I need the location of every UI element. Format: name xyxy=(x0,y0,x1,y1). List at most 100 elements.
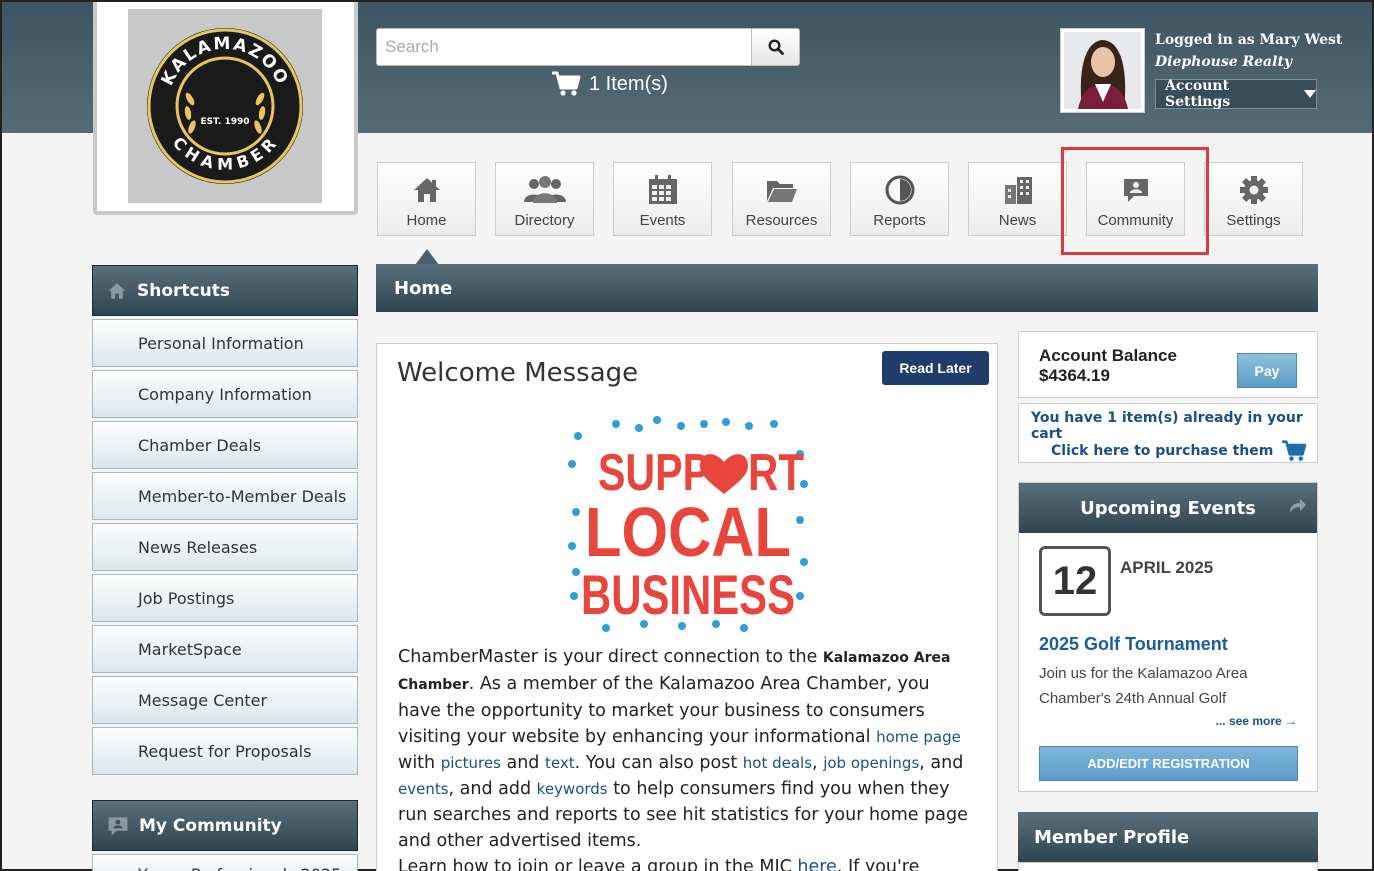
nav-reports[interactable]: Reports xyxy=(850,162,949,236)
folder-icon xyxy=(766,181,797,202)
people-icon xyxy=(523,176,566,203)
here-link[interactable]: here xyxy=(797,857,836,871)
pie-chart-icon xyxy=(885,175,914,205)
event-month: APRIL 2025 xyxy=(1120,558,1214,577)
community-title: My Community xyxy=(139,815,282,836)
chamber-logo[interactable]: KALAMAZOO CHAMBER EST. 1990 xyxy=(93,2,358,215)
keywords-link[interactable]: keywords xyxy=(537,780,608,798)
slb-local: LOCAL xyxy=(585,493,791,571)
see-more-link[interactable]: ... see more → xyxy=(1216,714,1297,728)
active-tab-pointer xyxy=(415,249,439,265)
nav-home[interactable]: Home xyxy=(377,162,476,236)
welcome-body: ChamberMaster is your direct connection … xyxy=(398,644,978,871)
sidebar-item-marketspace[interactable]: MarketSpace xyxy=(92,625,358,673)
caret-down-icon xyxy=(1304,90,1316,98)
account-balance-label: Account Balance xyxy=(1039,346,1177,365)
sidebar: Shortcuts Personal Information Company I… xyxy=(92,265,358,871)
purchase-link[interactable]: Click here to purchase them xyxy=(1051,440,1307,462)
account-balance-value: $4364.19 xyxy=(1039,366,1110,385)
avatar-image xyxy=(1064,32,1141,109)
logo-emblem: KALAMAZOO CHAMBER EST. 1990 xyxy=(147,28,303,184)
user-avatar[interactable] xyxy=(1060,28,1145,113)
buildings-icon xyxy=(1004,177,1032,204)
search-icon xyxy=(767,39,784,55)
event-description: Join us for the Kalamazoo Area Chamber's… xyxy=(1039,665,1248,707)
welcome-title: Welcome Message xyxy=(397,358,639,388)
text-link[interactable]: text xyxy=(545,754,575,772)
upcoming-events-panel: Upcoming Events 12 APRIL 2025 2025 Golf … xyxy=(1018,482,1318,792)
welcome-text-2: . As a member of the Kalamazoo Area Cham… xyxy=(398,674,930,747)
gear-icon xyxy=(1239,176,1268,204)
nav-news-label: News xyxy=(998,212,1037,229)
support-local-business-image: SUPP RT LOCAL BUSINESS xyxy=(564,412,811,636)
account-balance-panel: Account Balance $4364.19 Pay xyxy=(1018,331,1318,398)
share-arrow-icon[interactable] xyxy=(1289,498,1307,514)
nav-home-label: Home xyxy=(406,212,447,229)
calendar-icon xyxy=(648,175,677,204)
chat-person-icon xyxy=(108,816,128,835)
shortcuts-title: Shortcuts xyxy=(137,280,230,301)
purchase-link-label: Click here to purchase them xyxy=(1051,443,1274,459)
sidebar-item-message-center[interactable]: Message Center xyxy=(92,676,358,724)
nav-events[interactable]: Events xyxy=(613,162,712,236)
nav-directory[interactable]: Directory xyxy=(495,162,594,236)
logged-in-label: Logged in as Mary West xyxy=(1155,32,1343,48)
welcome-text-8: , and add xyxy=(448,779,537,799)
community-header: My Community xyxy=(92,800,358,851)
sidebar-item-young-professionals[interactable]: Young Professionals 2025 xyxy=(92,854,358,871)
slb-business: BUSINESS xyxy=(581,563,795,626)
sidebar-item-chamber-deals[interactable]: Chamber Deals xyxy=(92,421,358,469)
welcome-text-11: . If you're xyxy=(836,857,920,871)
nav-settings-label: Settings xyxy=(1226,212,1281,229)
cart-icon xyxy=(1282,440,1307,461)
upcoming-events-title: Upcoming Events xyxy=(1080,497,1256,519)
nav-news[interactable]: News xyxy=(968,162,1067,236)
events-link[interactable]: events xyxy=(398,780,449,798)
nav-reports-label: Reports xyxy=(873,212,926,229)
hot-deals-link[interactable]: hot deals xyxy=(743,754,812,772)
cart-message: You have 1 item(s) already in your cart xyxy=(1031,410,1303,442)
nav-events-label: Events xyxy=(639,212,686,229)
sidebar-item-news-releases[interactable]: News Releases xyxy=(92,523,358,571)
member-profile-panel xyxy=(1018,862,1318,871)
job-openings-link[interactable]: job openings xyxy=(823,754,919,772)
home-icon xyxy=(413,178,440,202)
cart-message-panel: You have 1 item(s) already in your cart … xyxy=(1018,403,1318,463)
home-icon xyxy=(108,282,126,299)
sidebar-item-job-postings[interactable]: Job Postings xyxy=(92,574,358,622)
cart-count-label: 1 Item(s) xyxy=(589,72,668,95)
search-button[interactable] xyxy=(751,28,800,66)
company-name: Diephouse Realty xyxy=(1155,54,1293,70)
pictures-link[interactable]: pictures xyxy=(441,754,501,772)
cart-link[interactable]: 1 Item(s) xyxy=(551,70,668,98)
community-highlight xyxy=(1061,147,1209,255)
logo-background: KALAMAZOO CHAMBER EST. 1990 xyxy=(128,9,322,203)
search-bar xyxy=(376,28,800,66)
home-page-link[interactable]: home page xyxy=(876,728,961,746)
event-title-link[interactable]: 2025 Golf Tournament xyxy=(1039,634,1228,655)
nav-resources[interactable]: Resources xyxy=(732,162,831,236)
sidebar-item-company-information[interactable]: Company Information xyxy=(92,370,358,418)
sidebar-item-personal-information[interactable]: Personal Information xyxy=(92,319,358,367)
welcome-text-10: Learn how to join or leave a group in th… xyxy=(398,857,798,871)
welcome-panel: Welcome Message Read Later SUPP RT LOCAL… xyxy=(376,343,998,871)
account-settings-label: Account Settings xyxy=(1165,78,1231,110)
welcome-text-7: , and xyxy=(919,753,964,773)
pay-button[interactable]: Pay xyxy=(1237,353,1297,388)
cart-icon xyxy=(552,71,581,96)
user-info: Logged in as Mary West Diephouse Realty xyxy=(1155,32,1342,70)
welcome-text-6: , xyxy=(812,753,824,773)
add-edit-registration-button[interactable]: ADD/EDIT REGISTRATION xyxy=(1039,746,1298,781)
welcome-text-3: with xyxy=(398,753,441,773)
shortcuts-header: Shortcuts xyxy=(92,265,358,316)
sidebar-item-request-for-proposals[interactable]: Request for Proposals xyxy=(92,727,358,775)
read-later-button[interactable]: Read Later xyxy=(882,351,989,385)
logo-est: EST. 1990 xyxy=(200,117,249,127)
search-input[interactable] xyxy=(376,28,752,66)
welcome-text-5: . You can also post xyxy=(574,753,743,773)
nav-settings[interactable]: Settings xyxy=(1204,162,1303,236)
sidebar-item-member-deals[interactable]: Member-to-Member Deals xyxy=(92,472,358,520)
welcome-text-1: ChamberMaster is your direct connection … xyxy=(398,647,823,667)
account-settings-dropdown[interactable]: Account Settings xyxy=(1155,78,1317,110)
member-profile-header: Member Profile xyxy=(1018,812,1318,862)
